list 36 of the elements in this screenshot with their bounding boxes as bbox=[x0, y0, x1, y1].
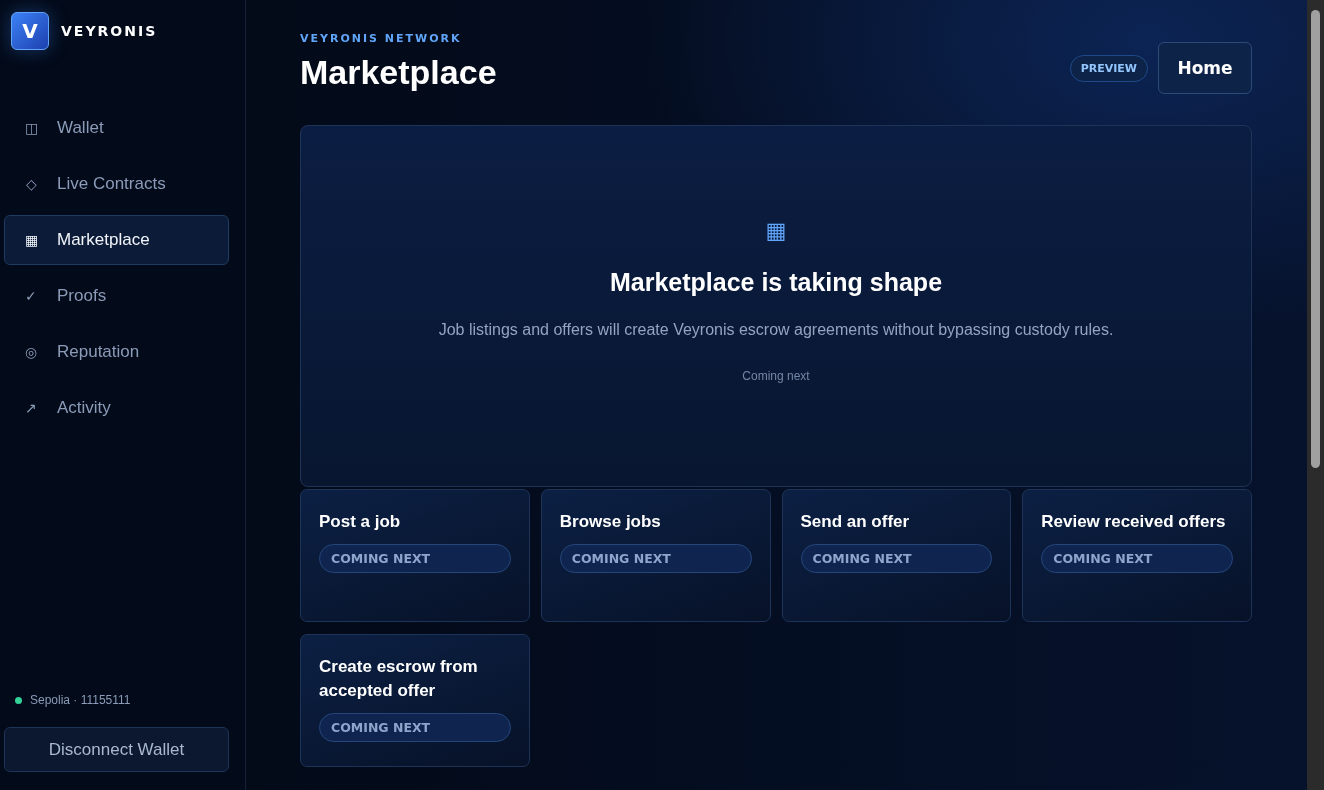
brand-name: VEYRONIS bbox=[61, 23, 158, 39]
status-pill: COMING NEXT bbox=[319, 544, 511, 573]
nav-icon: ◇ bbox=[23, 176, 39, 192]
scrollbar[interactable] bbox=[1307, 0, 1324, 790]
nav-icon: ◫ bbox=[23, 120, 39, 136]
hero-note: Coming next bbox=[742, 368, 810, 383]
status-pill: COMING NEXT bbox=[319, 713, 511, 742]
nav-icon: ◎ bbox=[23, 344, 39, 360]
nav-icon: ▦ bbox=[23, 232, 39, 248]
hero-text: Job listings and offers will create Veyronis escrow agreements without bypassing custody rules. bbox=[438, 320, 1114, 339]
nav-item[interactable]: ✓ Proofs bbox=[4, 271, 229, 321]
status-pill: COMING NEXT bbox=[1041, 544, 1233, 573]
nav-item[interactable]: ↗ Activity bbox=[4, 383, 229, 433]
nav-item[interactable]: ▦ Marketplace bbox=[4, 215, 229, 265]
hero-title: Marketplace is taking shape bbox=[609, 267, 943, 297]
card-title: Send an offer bbox=[800, 511, 910, 533]
status-pill: COMING NEXT bbox=[800, 544, 993, 573]
status-pill: COMING NEXT bbox=[559, 544, 752, 573]
card-title: Create escrow from accepted offer bbox=[319, 656, 479, 702]
scroll-thumb[interactable] bbox=[1311, 10, 1320, 468]
preview-badge: PREVIEW bbox=[1069, 54, 1148, 82]
card-title: Review received offers bbox=[1041, 511, 1226, 533]
nav-item[interactable]: ◎ Reputation bbox=[4, 327, 229, 377]
nav-icon: ↗ bbox=[23, 400, 39, 416]
grid-icon: ▦ bbox=[765, 219, 787, 242]
card-title: Post a job bbox=[319, 511, 401, 533]
nav-item[interactable]: ◫ Wallet bbox=[4, 103, 229, 153]
nav-item[interactable]: ◇ Live Contracts bbox=[4, 159, 229, 209]
home-button[interactable]: Home bbox=[1158, 42, 1252, 94]
logo: V bbox=[11, 12, 49, 50]
page-title: Marketplace bbox=[300, 53, 497, 92]
eyebrow: VEYRONIS NETWORK bbox=[300, 32, 463, 45]
card-title: Browse jobs bbox=[559, 511, 661, 533]
network-label: Sepolia · 11155111 bbox=[30, 693, 131, 707]
disconnect-button[interactable]: Disconnect Wallet bbox=[4, 727, 229, 772]
nav-icon: ✓ bbox=[23, 288, 39, 304]
